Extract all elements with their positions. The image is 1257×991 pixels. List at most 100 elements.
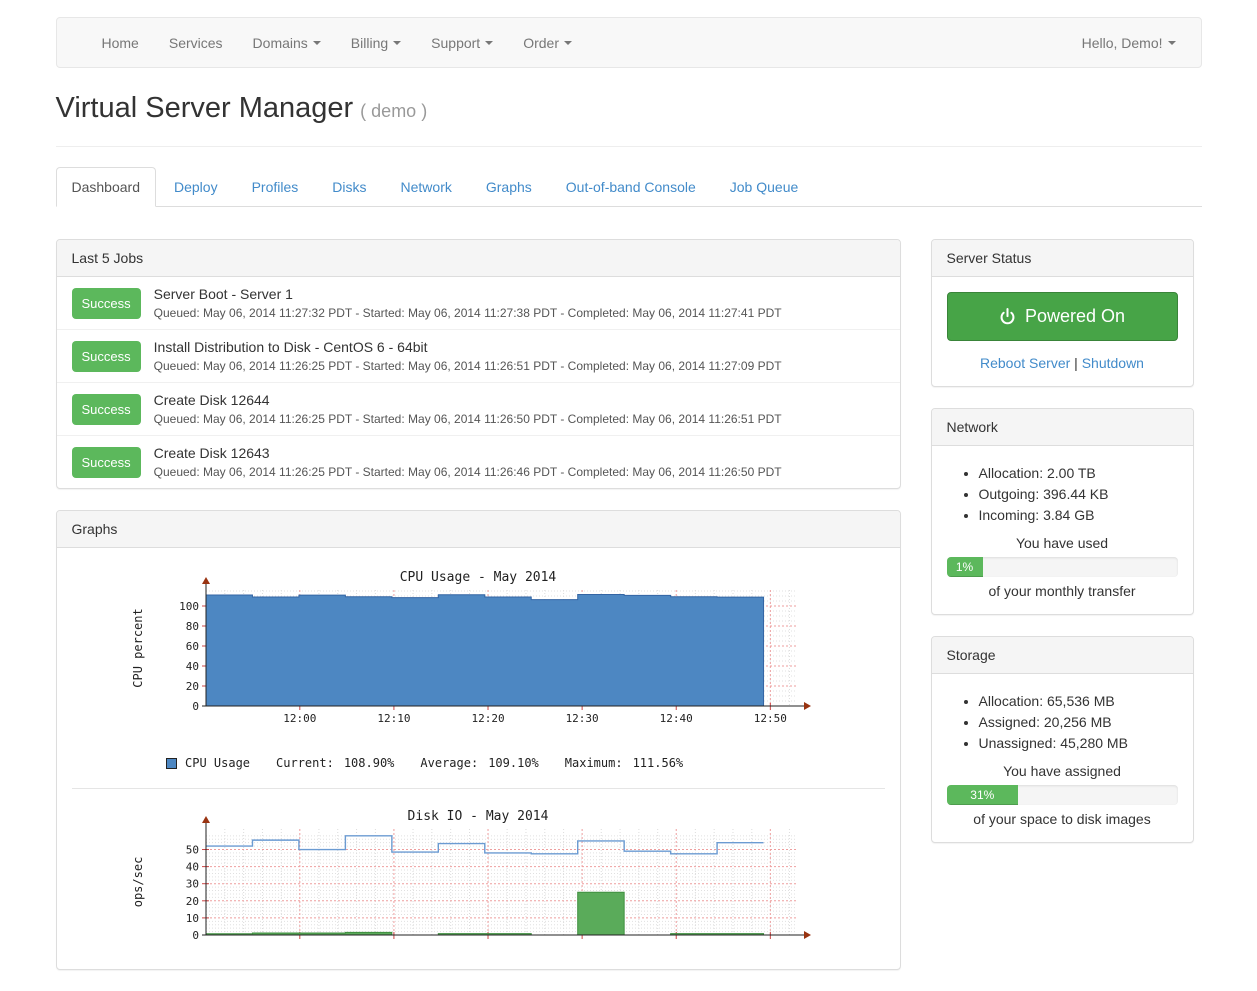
- header-divider: [56, 146, 1202, 147]
- page-subtitle: ( demo ): [360, 101, 427, 121]
- tab-deploy[interactable]: Deploy: [158, 167, 234, 207]
- svg-text:100: 100: [179, 600, 199, 613]
- page-container: Home Services Domains Billing Support Or…: [56, 0, 1202, 991]
- svg-text:10: 10: [186, 912, 199, 925]
- svg-text:0: 0: [192, 700, 199, 713]
- tab-profiles[interactable]: Profiles: [236, 167, 315, 207]
- svg-text:0: 0: [192, 929, 199, 942]
- svg-text:20: 20: [186, 895, 199, 908]
- network-bar-intro: You have used: [947, 535, 1178, 551]
- status-badge: Success: [72, 447, 141, 478]
- nav-item-order[interactable]: Order: [508, 18, 587, 67]
- storage-allocation: Allocation: 65,536 MB: [979, 693, 1178, 709]
- tab-bar: Dashboard Deploy Profiles Disks Network …: [56, 167, 1202, 207]
- job-row: Success Create Disk 12643 Queued: May 06…: [57, 436, 900, 488]
- page-title: Virtual Server Manager: [56, 92, 354, 124]
- svg-text:12:30: 12:30: [566, 712, 599, 725]
- graphs-panel: Graphs 12:0012:1012:2012:3012:4012:50020…: [56, 510, 901, 970]
- svg-text:40: 40: [186, 660, 199, 673]
- main-column: Last 5 Jobs Success Server Boot - Server…: [56, 239, 901, 991]
- legend-maximum: Maximum:111.56%: [565, 756, 683, 770]
- storage-panel-title: Storage: [932, 637, 1193, 674]
- chart-divider: [72, 788, 885, 789]
- nav-item-domains[interactable]: Domains: [238, 18, 336, 67]
- status-badge: Success: [72, 288, 141, 319]
- job-timestamps: Queued: May 06, 2014 11:26:25 PDT - Star…: [154, 412, 782, 426]
- storage-progress-track: 31%: [947, 785, 1178, 805]
- nav-item-support[interactable]: Support: [416, 18, 508, 67]
- chevron-down-icon: [313, 41, 321, 45]
- jobs-list: Success Server Boot - Server 1 Queued: M…: [57, 277, 900, 488]
- svg-text:12:10: 12:10: [377, 712, 410, 725]
- svg-text:12:20: 12:20: [471, 712, 504, 725]
- network-panel-title: Network: [932, 409, 1193, 446]
- job-row: Success Create Disk 12644 Queued: May 06…: [57, 383, 900, 436]
- storage-progress-bar: 31%: [947, 785, 1019, 805]
- shutdown-link[interactable]: Shutdown: [1082, 355, 1144, 371]
- job-row: Success Install Distribution to Disk - C…: [57, 330, 900, 383]
- jobs-panel: Last 5 Jobs Success Server Boot - Server…: [56, 239, 901, 489]
- svg-text:20: 20: [186, 680, 199, 693]
- page-header: Virtual Server Manager ( demo ): [56, 92, 1202, 125]
- tab-graphs[interactable]: Graphs: [470, 167, 548, 207]
- storage-stats-list: Allocation: 65,536 MB Assigned: 20,256 M…: [947, 693, 1178, 751]
- nav-item-home[interactable]: Home: [87, 18, 154, 67]
- user-nav: Hello, Demo!: [1067, 18, 1201, 67]
- top-navbar: Home Services Domains Billing Support Or…: [56, 17, 1202, 68]
- storage-unassigned: Unassigned: 45,280 MB: [979, 735, 1178, 751]
- nav-item-services[interactable]: Services: [154, 18, 238, 67]
- chevron-down-icon: [485, 41, 493, 45]
- svg-text:60: 60: [186, 640, 199, 653]
- server-status-panel: Server Status Powered On Reboot Server |…: [931, 239, 1194, 387]
- storage-bar-intro: You have assigned: [947, 763, 1178, 779]
- storage-bar-suffix: of your space to disk images: [947, 811, 1178, 827]
- svg-text:80: 80: [186, 620, 199, 633]
- job-timestamps: Queued: May 06, 2014 11:26:25 PDT - Star…: [154, 465, 782, 479]
- network-allocation: Allocation: 2.00 TB: [979, 465, 1178, 481]
- reboot-server-link[interactable]: Reboot Server: [980, 355, 1070, 371]
- chevron-down-icon: [393, 41, 401, 45]
- network-progress-bar: 1%: [947, 557, 983, 577]
- legend-swatch-icon: [166, 758, 177, 769]
- job-title: Create Disk 12644: [154, 392, 782, 408]
- user-menu[interactable]: Hello, Demo!: [1067, 18, 1191, 67]
- server-status-title: Server Status: [932, 240, 1193, 277]
- job-timestamps: Queued: May 06, 2014 11:26:25 PDT - Star…: [154, 359, 782, 373]
- tab-network[interactable]: Network: [385, 167, 468, 207]
- job-title: Install Distribution to Disk - CentOS 6 …: [154, 339, 782, 355]
- power-status-button[interactable]: Powered On: [947, 292, 1178, 341]
- network-bar-suffix: of your monthly transfer: [947, 583, 1178, 599]
- svg-text:ops/sec: ops/sec: [131, 857, 145, 908]
- tab-out-of-band-console[interactable]: Out-of-band Console: [550, 167, 712, 207]
- tab-job-queue[interactable]: Job Queue: [714, 167, 815, 207]
- network-outgoing: Outgoing: 396.44 KB: [979, 486, 1178, 502]
- network-panel: Network Allocation: 2.00 TB Outgoing: 39…: [931, 408, 1194, 615]
- svg-text:30: 30: [186, 878, 199, 891]
- chevron-down-icon: [564, 41, 572, 45]
- jobs-panel-title: Last 5 Jobs: [57, 240, 900, 277]
- nav-item-billing[interactable]: Billing: [336, 18, 416, 67]
- svg-text:CPU percent: CPU percent: [131, 608, 145, 687]
- job-timestamps: Queued: May 06, 2014 11:27:32 PDT - Star…: [154, 306, 782, 320]
- chevron-down-icon: [1168, 41, 1176, 45]
- job-title: Create Disk 12643: [154, 445, 782, 461]
- job-title: Server Boot - Server 1: [154, 286, 782, 302]
- side-column: Server Status Powered On Reboot Server |…: [931, 239, 1194, 991]
- network-stats-list: Allocation: 2.00 TB Outgoing: 396.44 KB …: [947, 465, 1178, 523]
- network-incoming: Incoming: 3.84 GB: [979, 507, 1178, 523]
- legend-current: Current:108.90%: [276, 756, 394, 770]
- link-separator: |: [1074, 355, 1078, 371]
- storage-assigned: Assigned: 20,256 MB: [979, 714, 1178, 730]
- cpu-usage-chart: 12:0012:1012:2012:3012:4012:500204060801…: [128, 566, 828, 738]
- main-nav: Home Services Domains Billing Support Or…: [57, 18, 588, 67]
- storage-panel: Storage Allocation: 65,536 MB Assigned: …: [931, 636, 1194, 843]
- tab-dashboard[interactable]: Dashboard: [56, 167, 157, 207]
- cpu-chart-legend: CPU Usage Current:108.90% Average:109.10…: [128, 756, 828, 770]
- tab-disks[interactable]: Disks: [316, 167, 382, 207]
- network-progress-track: 1%: [947, 557, 1178, 577]
- power-icon: [999, 308, 1016, 325]
- graphs-panel-title: Graphs: [57, 511, 900, 548]
- status-badge: Success: [72, 394, 141, 425]
- legend-series-label: CPU Usage: [185, 756, 250, 770]
- svg-text:12:00: 12:00: [283, 712, 316, 725]
